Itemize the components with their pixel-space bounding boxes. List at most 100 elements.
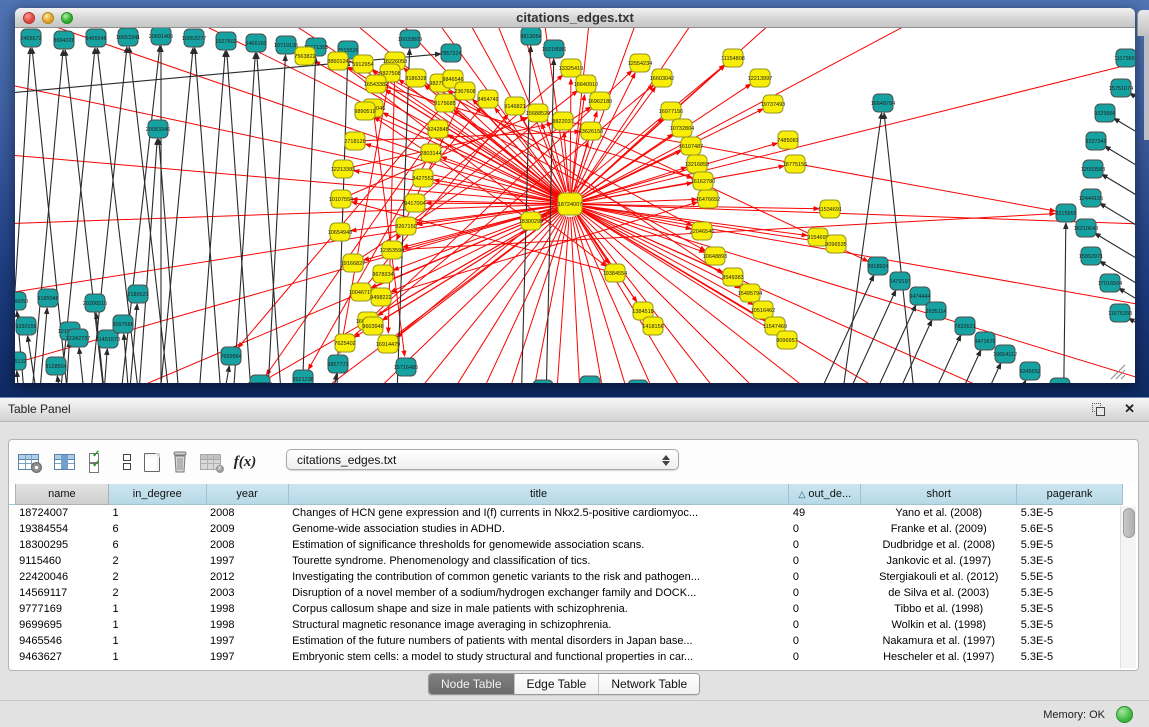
graph-node[interactable]: 16162780 bbox=[691, 172, 715, 190]
graph-node[interactable]: 7857224 bbox=[440, 44, 461, 62]
graph-node[interactable]: 9474444 bbox=[909, 287, 930, 305]
graph-node[interactable]: 16603042 bbox=[650, 69, 674, 87]
graph-node[interactable]: 16914479 bbox=[376, 335, 400, 353]
graph-node[interactable]: 17016504 bbox=[1098, 274, 1122, 292]
graph-node[interactable]: 8860124 bbox=[327, 52, 348, 70]
graph-node[interactable]: 7625402 bbox=[334, 334, 355, 352]
graph-node[interactable]: 8521238 bbox=[292, 370, 313, 383]
graph-node[interactable]: 20206516 bbox=[83, 294, 107, 312]
table-row[interactable]: 2242004622012Investigating the contribut… bbox=[9, 569, 1123, 585]
node-table-grid[interactable]: namein_degreeyeartitle△out_de...shortpag… bbox=[9, 484, 1123, 665]
graph-node[interactable]: 12342737 bbox=[66, 329, 90, 347]
graph-node[interactable]: 19384554 bbox=[603, 264, 627, 282]
table-row[interactable]: 1872400712008Changes of HCN gene express… bbox=[9, 505, 1123, 522]
window-resize-grip[interactable] bbox=[1111, 365, 1125, 379]
graph-node[interactable]: 10648893 bbox=[703, 247, 727, 265]
graph-node[interactable]: 16962180 bbox=[588, 92, 612, 110]
close-panel-icon[interactable]: ✕ bbox=[1124, 401, 1135, 417]
table-row[interactable]: 1830029562008Estimation of significance … bbox=[9, 537, 1123, 553]
graph-node[interactable]: 10107554 bbox=[329, 190, 353, 208]
graph-node[interactable]: 15892971 bbox=[1079, 247, 1103, 265]
graph-node[interactable]: 16648784 bbox=[871, 94, 895, 112]
column-header-name[interactable]: name bbox=[15, 484, 108, 505]
row-height-button[interactable] bbox=[114, 448, 140, 476]
graph-node[interactable]: 8549383 bbox=[722, 268, 743, 286]
graph-node[interactable]: 8918924 bbox=[867, 257, 888, 275]
column-header-in_degree[interactable]: in_degree bbox=[109, 484, 206, 505]
show-columns-button[interactable] bbox=[51, 448, 77, 476]
network-svg[interactable]: 1872400718300295193845542405572869402694… bbox=[15, 28, 1135, 383]
graph-node[interactable]: 16543382 bbox=[364, 75, 388, 93]
graph-node[interactable]: 9857771 bbox=[327, 355, 348, 373]
graph-node[interactable]: 16977156 bbox=[659, 102, 683, 120]
graph-node[interactable]: 7485083 bbox=[777, 131, 798, 149]
table-row[interactable]: 911546021997Tourette syndrome. Phenomeno… bbox=[9, 553, 1123, 569]
graph-node[interactable]: 13325419 bbox=[559, 59, 583, 77]
graph-node[interactable]: 10732804 bbox=[670, 119, 694, 137]
graph-node[interactable]: 16107487 bbox=[679, 137, 703, 155]
graph-node[interactable]: 11675338 bbox=[1108, 304, 1132, 322]
graph-node[interactable]: 8813054 bbox=[520, 28, 541, 45]
graph-node[interactable]: 18300295 bbox=[519, 212, 543, 230]
graph-node[interactable]: 10653277 bbox=[182, 29, 206, 47]
graph-node[interactable]: 9890519 bbox=[354, 102, 375, 120]
graph-node[interactable]: 3097588 bbox=[112, 315, 133, 333]
column-header-pagerank[interactable]: pagerank bbox=[1017, 484, 1123, 505]
graph-node[interactable]: 2405572 bbox=[20, 29, 41, 47]
graph-node[interactable]: 11154808 bbox=[721, 49, 745, 67]
column-header-year[interactable]: year bbox=[206, 484, 288, 505]
graph-node[interactable]: 12353594 bbox=[380, 241, 404, 259]
float-panel-icon[interactable] bbox=[1092, 403, 1105, 416]
graph-node[interactable]: 8186328 bbox=[405, 69, 426, 87]
graph-node[interactable]: 8471676 bbox=[974, 332, 995, 350]
graph-node[interactable]: 16210643 bbox=[1074, 219, 1098, 237]
graph-node[interactable]: 2224363 bbox=[579, 376, 600, 383]
graph-node[interactable]: 8267150 bbox=[395, 217, 416, 235]
graph-node[interactable]: 8454749 bbox=[477, 90, 498, 108]
graph-node[interactable]: 9498222 bbox=[370, 288, 391, 306]
graph-node[interactable]: 7832621 bbox=[954, 317, 975, 335]
graph-node[interactable]: 9465546 bbox=[85, 29, 106, 47]
graph-node[interactable]: 12093583 bbox=[1081, 160, 1105, 178]
table-settings-button[interactable] bbox=[15, 448, 41, 476]
graph-node[interactable]: 5905132 bbox=[15, 352, 27, 370]
tab-network-table[interactable]: Network Table bbox=[598, 674, 699, 694]
create-column-button[interactable] bbox=[139, 448, 165, 476]
graph-node[interactable]: 9242848 bbox=[427, 120, 448, 138]
table-row[interactable]: 946554611997Estimation of the future num… bbox=[9, 633, 1123, 649]
graph-node[interactable]: 16640910 bbox=[574, 75, 598, 93]
graph-node[interactable]: 9146821 bbox=[504, 97, 525, 115]
graph-node[interactable]: 16476652 bbox=[696, 190, 720, 208]
graph-node[interactable]: 2935114 bbox=[925, 302, 946, 320]
graph-node[interactable]: 9417004 bbox=[404, 194, 425, 212]
graph-node[interactable]: 11534691 bbox=[818, 200, 842, 218]
graph-node[interactable]: 19166827 bbox=[341, 254, 365, 272]
graph-node[interactable]: 15751074 bbox=[1109, 79, 1133, 97]
graph-node[interactable]: 9245652 bbox=[1019, 362, 1040, 380]
graph-node[interactable]: 15495794 bbox=[738, 284, 762, 302]
table-header-row[interactable]: namein_degreeyeartitle△out_de...shortpag… bbox=[9, 484, 1123, 505]
graph-node[interactable]: 22046546 bbox=[690, 222, 714, 240]
graph-node[interactable]: 16033809 bbox=[398, 30, 422, 48]
table-row[interactable]: 1938455462009Genome-wide association stu… bbox=[9, 521, 1123, 537]
graph-node[interactable]: 10654948 bbox=[328, 223, 352, 241]
network-view[interactable]: 1872400718300295193845542405572869402694… bbox=[15, 28, 1135, 383]
graph-node[interactable]: 9330159 bbox=[15, 317, 36, 335]
graph-node[interactable]: 13626158 bbox=[579, 122, 603, 140]
graph-node[interactable]: 20691406 bbox=[149, 28, 173, 45]
graph-node[interactable]: 12213383 bbox=[331, 160, 355, 178]
graph-node[interactable]: 8096957 bbox=[776, 331, 797, 349]
graph-node[interactable]: 9096535 bbox=[825, 235, 846, 253]
graph-node[interactable]: 18775156 bbox=[783, 155, 807, 173]
column-header-title[interactable]: title bbox=[288, 484, 789, 505]
graph-node[interactable]: 12554234 bbox=[628, 54, 652, 72]
network-window[interactable]: citations_edges.txt 18724007183002951938… bbox=[15, 8, 1135, 383]
graph-node[interactable]: 6466160 bbox=[245, 34, 266, 52]
graph-node[interactable]: 15688520 bbox=[526, 104, 550, 122]
graph-node[interactable]: 8427552 bbox=[412, 169, 433, 187]
graph-node[interactable]: 19737493 bbox=[761, 95, 785, 113]
function-builder-button[interactable]: f(x) bbox=[229, 448, 261, 476]
graph-node[interactable]: 20053346 bbox=[146, 120, 170, 138]
graph-node[interactable]: 9175685 bbox=[434, 94, 455, 112]
graph-node[interactable]: 2367608 bbox=[454, 82, 475, 100]
